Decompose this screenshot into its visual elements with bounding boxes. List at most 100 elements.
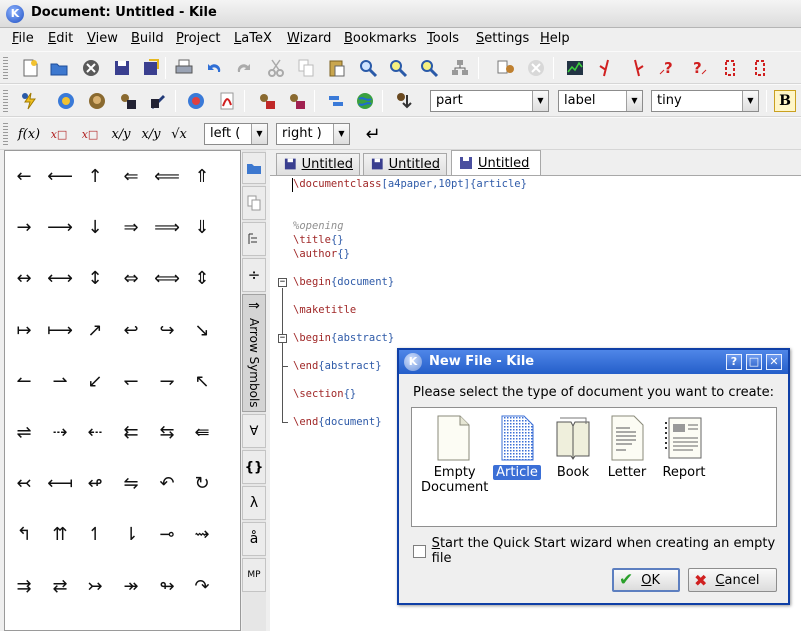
document-type-letter[interactable]: Letter — [604, 408, 650, 480]
arrow-symbol[interactable]: ⟻ — [42, 469, 78, 499]
arrow-symbol[interactable]: ↑ — [77, 162, 113, 192]
arrow-symbol[interactable]: ⇇ — [113, 418, 149, 448]
fraction-button[interactable]: x/y — [108, 123, 134, 145]
arrow-symbol[interactable]: ⟹ — [149, 213, 185, 243]
menu-file[interactable]: File — [12, 31, 34, 46]
arrow-symbol[interactable]: → — [6, 213, 42, 243]
structure-combo[interactable]: part ▼ — [430, 90, 549, 112]
right-delimiter-combo[interactable]: right ) ▼ — [276, 123, 350, 145]
fold-toggle[interactable]: − — [278, 334, 287, 343]
pdflatex-icon[interactable] — [215, 90, 239, 112]
arrow-symbol[interactable]: ↖ — [184, 367, 220, 397]
arrow-symbol[interactable]: ⇚ — [184, 418, 220, 448]
tab-untitled-3[interactable]: Untitled — [451, 150, 541, 176]
arrow-symbol[interactable]: ⇋ — [113, 469, 149, 499]
toolbar-handle[interactable] — [3, 123, 8, 145]
web-icon[interactable] — [353, 90, 377, 112]
tab-untitled-2[interactable]: Untitled — [363, 153, 447, 176]
view-pdf-icon[interactable] — [255, 90, 279, 112]
square-root-button[interactable]: √x — [166, 123, 192, 145]
zoom-out-icon[interactable] — [417, 57, 441, 79]
copy-icon[interactable] — [294, 57, 318, 79]
arrow-symbol[interactable]: ⟶ — [42, 213, 78, 243]
arrow-symbol[interactable]: ⇉ — [6, 572, 42, 602]
sidebar-tab-special-characters[interactable]: å — [242, 522, 266, 556]
arrow-symbol[interactable]: ↬ — [149, 572, 185, 602]
latex-to-ps-icon[interactable] — [85, 90, 109, 112]
arrow-symbol[interactable]: ⇁ — [149, 367, 185, 397]
label-combo[interactable]: label ▼ — [558, 90, 643, 112]
subscript-button[interactable]: x□ — [46, 123, 72, 145]
bibtex-icon[interactable] — [391, 90, 415, 112]
toolbar-handle[interactable] — [3, 57, 8, 79]
arrow-symbol[interactable]: ← — [6, 162, 42, 192]
arrow-symbol[interactable]: ⟸ — [149, 162, 185, 192]
menu-bookmarks[interactable]: Bookmarks — [344, 31, 417, 46]
sidebar-tab-operators[interactable]: ÷ — [242, 258, 266, 292]
chevron-down-icon[interactable]: ▼ — [626, 91, 642, 111]
cut-icon[interactable] — [264, 57, 288, 79]
arrow-symbol[interactable]: ⇄ — [42, 572, 78, 602]
chevron-down-icon[interactable]: ▼ — [742, 91, 758, 111]
arrow-symbol[interactable]: ↢ — [6, 469, 42, 499]
arrow-symbol[interactable]: ↘ — [184, 316, 220, 346]
structure-icon[interactable] — [448, 57, 472, 79]
sidebar-tab-arrow-symbols[interactable]: ⇒ Arrow Symbols — [242, 294, 266, 412]
menu-wizard[interactable]: Wizard — [287, 31, 331, 46]
arrow-symbol[interactable]: ↦ — [6, 316, 42, 346]
dialog-title-bar[interactable]: K New File - Kile ? □ ✕ — [399, 350, 788, 374]
zoom-in-icon[interactable] — [386, 57, 410, 79]
chevron-down-icon[interactable]: ▼ — [532, 91, 548, 111]
arrow-symbol[interactable]: ↶ — [149, 469, 185, 499]
arrow-symbol[interactable]: ⇢ — [42, 418, 78, 448]
newline-button[interactable]: ↵ — [361, 123, 385, 145]
sidebar-tab-files[interactable] — [242, 152, 266, 184]
kile-app-icon[interactable]: K — [6, 5, 24, 23]
arrow-symbol[interactable]: ⇓ — [184, 213, 220, 243]
quick-build-icon[interactable] — [18, 90, 42, 112]
bold-button[interactable]: B — [774, 90, 796, 112]
bibtex-warning-icon[interactable] — [748, 57, 772, 79]
left-delimiter-combo[interactable]: left ( ▼ — [204, 123, 268, 145]
undo-icon[interactable] — [202, 57, 226, 79]
xml-icon[interactable] — [324, 90, 348, 112]
arrow-symbol[interactable]: ↿ — [77, 520, 113, 550]
statistics-icon[interactable] — [563, 57, 587, 79]
redo-icon[interactable] — [232, 57, 256, 79]
document-type-book[interactable]: Book — [550, 408, 596, 480]
menu-project[interactable]: Project — [176, 31, 221, 46]
arrow-symbol[interactable]: ⇠ — [77, 418, 113, 448]
arrow-symbol[interactable]: ⟷ — [42, 264, 78, 294]
document-type-article[interactable]: Article — [492, 408, 542, 480]
toolbar-handle[interactable] — [3, 90, 8, 112]
sidebar-tab-greek[interactable]: λ — [242, 486, 266, 520]
arrow-symbol[interactable]: ⟵ — [42, 162, 78, 192]
go-to-error-icon[interactable] — [594, 57, 618, 79]
arrow-symbol[interactable]: ⇈ — [42, 520, 78, 550]
view-ps-icon[interactable] — [184, 90, 208, 112]
document-type-report[interactable]: Report — [656, 408, 712, 480]
sidebar-tab-metapost[interactable]: MP — [242, 558, 266, 592]
sidebar-tab-misc-math[interactable]: ∀ — [242, 414, 266, 448]
arrow-symbol[interactable]: ⇂ — [113, 520, 149, 550]
arrow-symbol[interactable]: ⇑ — [184, 162, 220, 192]
tab-untitled-1[interactable]: Untitled — [276, 153, 360, 176]
close-button[interactable]: ✕ — [766, 354, 782, 370]
arrow-symbol[interactable]: ↙ — [77, 367, 113, 397]
quick-start-checkbox[interactable] — [413, 544, 426, 558]
help-button[interactable]: ? — [726, 354, 742, 370]
previous-bad-box-icon[interactable] — [718, 57, 742, 79]
arrow-symbol[interactable]: ⇔ — [113, 264, 149, 294]
view-dvi-icon[interactable] — [146, 90, 170, 112]
arrow-symbol[interactable]: ↫ — [77, 469, 113, 499]
ok-button[interactable]: ✔ OK — [612, 568, 680, 592]
stop-icon[interactable] — [524, 57, 548, 79]
close-file-icon[interactable] — [79, 57, 103, 79]
arrow-symbol[interactable]: ↪ — [149, 316, 185, 346]
save-icon[interactable] — [110, 57, 134, 79]
menu-build[interactable]: Build — [131, 31, 164, 46]
find-icon[interactable] — [356, 57, 380, 79]
chevron-down-icon[interactable]: ▼ — [251, 124, 267, 144]
arrow-symbol[interactable]: ⇒ — [113, 213, 149, 243]
menu-help[interactable]: Help — [540, 31, 570, 46]
